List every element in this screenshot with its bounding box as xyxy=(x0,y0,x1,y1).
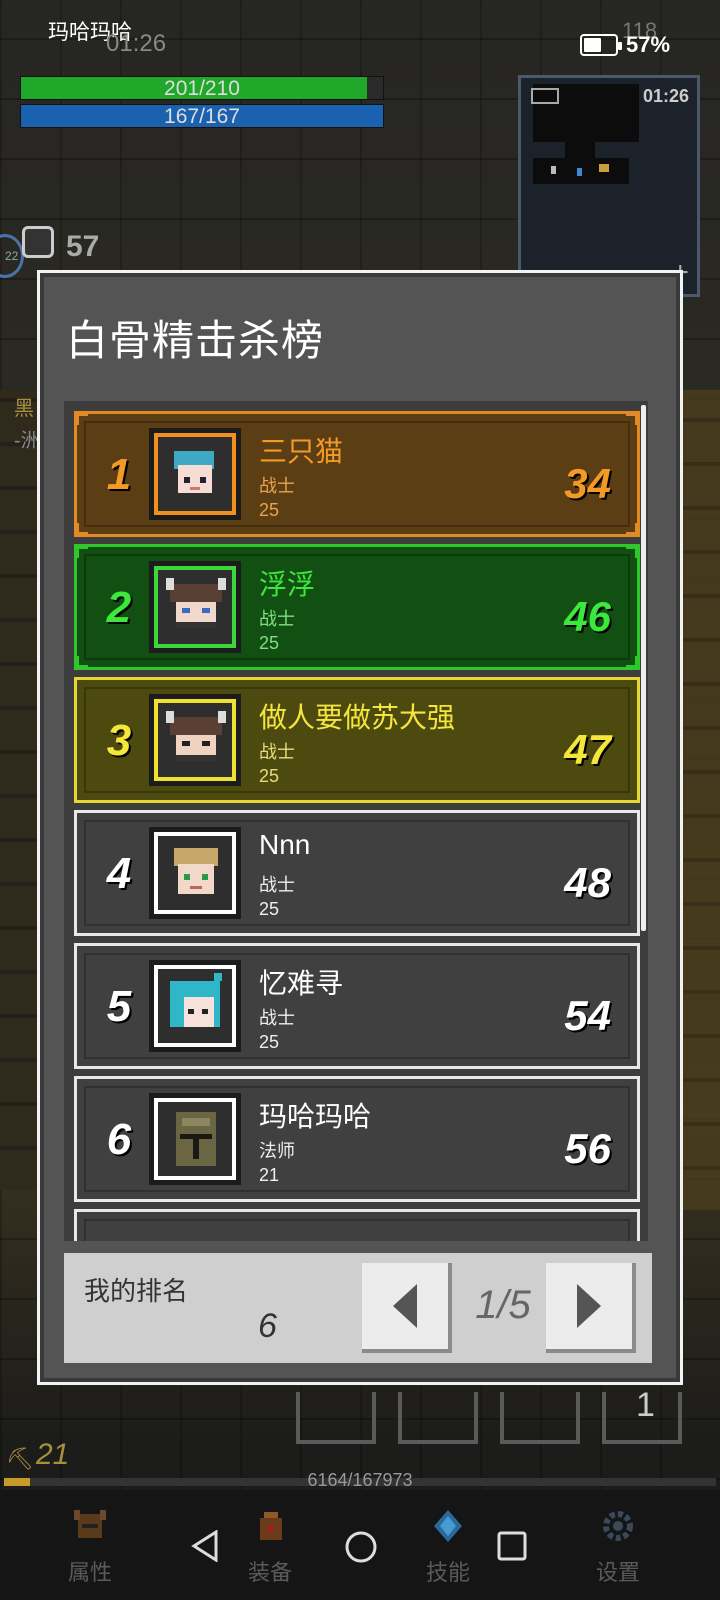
mp-text: 167/167 xyxy=(164,105,240,128)
item-count: 1 xyxy=(636,1386,655,1424)
nav-skills[interactable]: 技能 xyxy=(408,1506,488,1587)
pickaxe-icon: ⛏ xyxy=(6,1446,34,1471)
knight-helmet-icon xyxy=(176,1112,216,1166)
helmet-icon xyxy=(74,1510,106,1538)
rank-number: 6 xyxy=(106,1115,132,1164)
timer-value: 57 xyxy=(66,230,100,263)
kill-count: 47 xyxy=(564,726,611,773)
clock-icon xyxy=(22,226,54,258)
nav-label: 属性 xyxy=(67,1560,112,1585)
item-slot[interactable] xyxy=(296,1392,376,1444)
avatar xyxy=(149,827,241,919)
leaderboard-row[interactable]: 2 浮浮 战士 25 46 xyxy=(74,544,640,670)
nav-attributes[interactable]: 属性 xyxy=(50,1506,130,1587)
teal-hair-face-icon xyxy=(170,973,222,1027)
cyan-hair-face-icon xyxy=(174,451,214,493)
crystal-icon xyxy=(434,1510,462,1542)
battery-percent: 57% xyxy=(626,32,671,57)
player-class: 战士 xyxy=(259,742,295,762)
leaderboard-dialog: 白骨精击杀榜 1 三只猫 战士 25 34 2 浮浮 战士 25 46 3 做人… xyxy=(37,270,683,1385)
player-class: 法师 xyxy=(259,1141,295,1161)
avatar xyxy=(149,561,241,653)
player-name: 三只猫 xyxy=(259,436,344,467)
player-class: 战士 xyxy=(259,609,295,629)
hp-text: 201/210 xyxy=(164,77,240,100)
player-name: 忆难寻 xyxy=(259,968,344,999)
nav-equipment[interactable]: 装备 xyxy=(230,1506,310,1587)
avatar xyxy=(149,1093,241,1185)
minimap-battery-icon xyxy=(531,88,559,104)
nav-settings[interactable]: 设置 xyxy=(578,1506,658,1587)
blonde-face-icon xyxy=(174,848,218,894)
leaderboard-row[interactable] xyxy=(74,1209,640,1241)
player-level: 25 xyxy=(259,500,280,520)
bag-icon xyxy=(260,1512,282,1540)
dialog-title: 白骨精击杀榜 xyxy=(66,317,325,364)
scrollbar[interactable] xyxy=(641,405,646,931)
arrow-left-icon xyxy=(393,1284,417,1328)
player-level: 25 xyxy=(259,1032,280,1052)
avatar xyxy=(149,960,241,1052)
minimap[interactable]: 01:26 + xyxy=(518,75,700,297)
avatar xyxy=(149,694,241,786)
character-level: 21 xyxy=(36,1438,70,1471)
xp-text: 6164/167973 xyxy=(307,1470,413,1490)
home-icon[interactable] xyxy=(344,1530,378,1564)
bottom-nav: 属性 装备 技能 设置 xyxy=(0,1490,720,1600)
item-slot[interactable] xyxy=(500,1392,580,1444)
rank-number: 4 xyxy=(106,849,132,898)
rank-number: 1 xyxy=(106,450,132,499)
leaderboard-row[interactable]: 6 玛哈玛哈 法师 21 56 xyxy=(74,1076,640,1202)
page-indicator: 1/5 xyxy=(475,1283,531,1327)
arrow-right-icon xyxy=(577,1284,601,1328)
leaderboard-list[interactable]: 1 三只猫 战士 25 34 2 浮浮 战士 25 46 3 做人要做苏大强 战… xyxy=(64,401,648,1241)
rank-number: 2 xyxy=(106,583,132,632)
clock: 01:26 xyxy=(106,30,167,57)
battery-indicator: 57% xyxy=(580,32,670,58)
kill-count: 46 xyxy=(564,593,611,640)
player-name: 浮浮 xyxy=(259,569,316,600)
player-level: 25 xyxy=(259,633,280,653)
next-page-button[interactable] xyxy=(546,1263,636,1353)
player-class: 战士 xyxy=(259,1008,295,1028)
player-name: 做人要做苏大强 xyxy=(259,702,456,733)
recents-icon[interactable] xyxy=(496,1530,528,1562)
kill-count: 54 xyxy=(564,992,611,1039)
nav-label: 技能 xyxy=(425,1560,470,1585)
player-level: 25 xyxy=(259,899,280,919)
battery-icon xyxy=(580,34,622,56)
rank-number: 3 xyxy=(106,716,132,765)
hp-bar: 201/210 xyxy=(20,76,384,100)
leaderboard-row[interactable]: 5 忆难寻 战士 25 54 xyxy=(74,943,640,1069)
kill-count: 48 xyxy=(564,859,611,906)
player-name: 玛哈玛哈 xyxy=(259,1101,372,1132)
nav-label: 设置 xyxy=(595,1560,640,1585)
back-icon[interactable] xyxy=(190,1530,222,1562)
minimap-time: 01:26 xyxy=(642,86,689,106)
leaderboard-row[interactable]: 1 三只猫 战士 25 34 xyxy=(74,411,640,537)
leaderboard-row[interactable]: 4 Nnn 战士 25 48 xyxy=(74,810,640,936)
player-name: Nnn xyxy=(259,829,311,860)
my-rank-label: 我的排名 xyxy=(84,1276,189,1306)
horned-helmet-face-icon xyxy=(166,578,226,628)
my-rank-panel: 我的排名 6 1/5 xyxy=(64,1253,652,1363)
side-text-a: 黑 xyxy=(14,398,34,420)
nav-label: 装备 xyxy=(247,1560,292,1585)
prev-page-button[interactable] xyxy=(362,1263,452,1353)
mp-bar: 167/167 xyxy=(20,104,384,128)
horned-helmet-face-icon xyxy=(166,711,226,761)
kill-count: 34 xyxy=(564,460,611,507)
avatar xyxy=(149,428,241,520)
player-class: 战士 xyxy=(259,476,295,496)
my-rank-value: 6 xyxy=(258,1307,277,1345)
kill-count: 56 xyxy=(564,1125,611,1172)
dungeon-wall-left xyxy=(0,390,40,1190)
item-slot[interactable] xyxy=(398,1392,478,1444)
leaderboard-row[interactable]: 3 做人要做苏大强 战士 25 47 xyxy=(74,677,640,803)
gear-icon xyxy=(603,1511,633,1541)
player-level: 21 xyxy=(259,1165,280,1185)
player-class: 战士 xyxy=(259,875,295,895)
player-level: 25 xyxy=(259,766,280,786)
rank-number: 5 xyxy=(106,982,132,1031)
